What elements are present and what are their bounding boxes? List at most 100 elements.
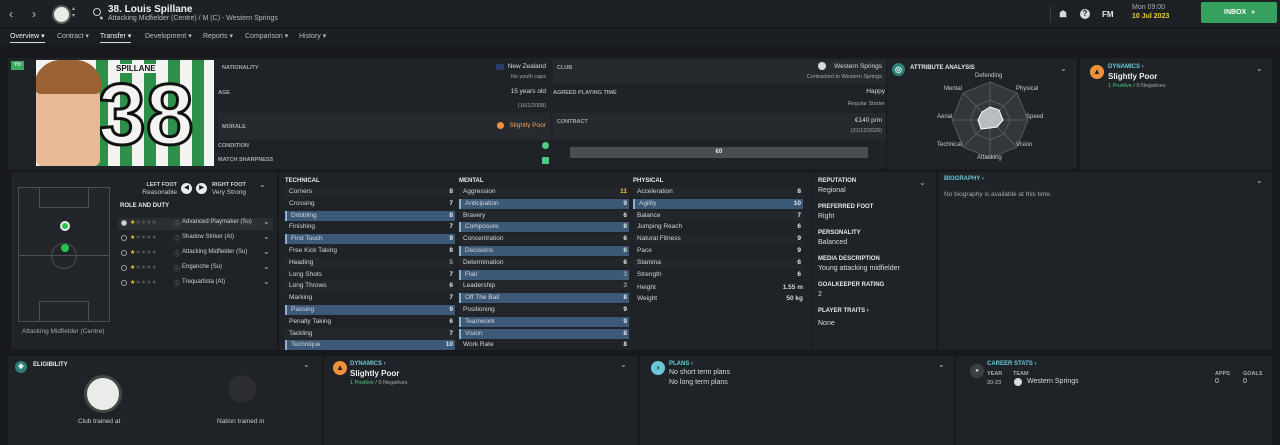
role-select-icon[interactable] [121,280,127,286]
attribute-name: Natural Fitness [637,235,681,243]
club-crest-icon[interactable] [52,5,71,24]
career-title[interactable]: CAREER STATS › [987,361,1036,367]
tab-development[interactable]: Development ▾ [145,32,192,40]
back-arrow-icon[interactable]: ‹ [9,7,13,21]
fm-menu[interactable]: FM [1102,10,1114,19]
club-name[interactable]: Western Springs [780,63,882,70]
attribute-row-mental[interactable]: Teamwork 9 [459,316,629,327]
help-icon[interactable]: ? [1080,9,1090,19]
attribute-row-physical[interactable]: Jumping Reach 6 [633,222,803,233]
role-item[interactable]: ★★★★★ ⓘ Advanced Playmaker (Su) ⌄ [118,217,273,230]
position-marker-secondary[interactable] [61,244,69,252]
attribute-row-physical[interactable]: Pace 9 [633,246,803,256]
role-info-icon[interactable]: ⓘ [174,219,180,228]
role-select-icon[interactable] [121,220,127,226]
role-chevron-icon[interactable]: ⌄ [263,232,270,241]
role-item[interactable]: ★★★★★ ⓘ Trequartista (At) ⌄ [118,277,273,290]
biography-title[interactable]: BIOGRAPHY › [944,176,984,182]
morale-value[interactable]: Slightly Poor [480,122,547,129]
attribute-row-technical[interactable]: Heading 5 [285,257,455,268]
attribute-row-physical[interactable]: Balance 7 [633,210,803,221]
dynamics-bottom-title[interactable]: DYNAMICS › [350,361,386,367]
attribute-row-mental[interactable]: Positioning 9 [459,305,629,315]
attribute-row-technical[interactable]: Dribbling 8 [285,210,455,221]
biography-chevron-icon[interactable]: ⌄ [1256,176,1263,185]
player-traits-label[interactable]: PLAYER TRAITS › [818,308,869,314]
attribute-row-technical[interactable]: Long Shots 7 [285,269,455,280]
attribute-row-physical[interactable]: Natural Fitness 9 [633,234,803,245]
dynamics-chevron-icon[interactable]: ⌄ [1256,64,1263,73]
attribute-row-physical[interactable]: Acceleration 8 [633,187,803,197]
club-trained-crest-icon[interactable] [84,375,122,413]
attribute-row-mental[interactable]: Vision 8 [459,328,629,339]
role-info-icon[interactable]: ⓘ [174,249,180,258]
attribute-row-technical[interactable]: Tackling 7 [285,328,455,339]
role-info-icon[interactable]: ⓘ [174,264,180,273]
attribute-row-technical[interactable]: Passing 9 [285,305,455,315]
tab-contract[interactable]: Contract ▾ [57,32,89,40]
attribute-row-technical[interactable]: First Touch 9 [285,234,455,245]
role-info-icon[interactable]: ⓘ [174,279,180,288]
attribute-row-mental[interactable]: Leadership 3 [459,281,629,292]
game-date[interactable]: 10 Jul 2023 [1132,13,1169,20]
role-item[interactable]: ★★★★★ ⓘ Attacking Midfielder (Su) ⌄ [118,247,273,260]
role-chevron-icon[interactable]: ⌄ [263,247,270,256]
attribute-row-technical[interactable]: Finishing 7 [285,222,455,233]
role-chevron-icon[interactable]: ⌄ [263,262,270,271]
inbox-button[interactable]: INBOX » [1201,2,1277,23]
attribute-row-technical[interactable]: Penalty Taking 6 [285,316,455,327]
attribute-row-technical[interactable]: Marking 7 [285,293,455,304]
attribute-row-mental[interactable]: Aggression 11 [459,187,629,197]
feet-chevron-icon[interactable]: ⌄ [259,180,266,189]
attribute-row-physical[interactable]: Agility 10 [633,198,803,209]
tab-comparison[interactable]: Comparison ▾ [245,32,288,40]
attribute-row-technical[interactable]: Free Kick Taking 8 [285,246,455,256]
value-bar[interactable]: €0 [570,147,868,158]
dynamics-bottom-chevron-icon[interactable]: ⌄ [620,360,627,369]
tab-overview[interactable]: Overview ▾ [10,32,45,43]
attribute-row-mental[interactable]: Decisions 6 [459,246,629,256]
attribute-row-mental[interactable]: Composure 8 [459,222,629,233]
player-name: 38. Louis Spillane [108,4,193,15]
attribute-row-mental[interactable]: Determination 6 [459,257,629,268]
role-select-icon[interactable] [121,265,127,271]
attribute-row-physical[interactable]: Stamina 6 [633,257,803,268]
attribute-name: Anticipation [465,199,499,207]
plans-chevron-icon[interactable]: ⌄ [938,360,945,369]
tab-transfer[interactable]: Transfer ▾ [100,32,132,43]
position-marker-main[interactable] [60,221,70,231]
attribute-row-physical[interactable]: Strength 6 [633,269,803,280]
role-select-icon[interactable] [121,235,127,241]
tab-history[interactable]: History ▾ [299,32,326,40]
analysis-chevron-icon[interactable]: ⌄ [1060,64,1067,73]
dynamics-title[interactable]: DYNAMICS › [1108,64,1144,70]
attribute-row-mental[interactable]: Bravery 6 [459,210,629,221]
club-switch-chevron-icon[interactable]: ▴ ▾ [72,5,75,19]
career-team[interactable]: Western Springs [1027,378,1079,385]
attribute-row-technical[interactable]: Technique 10 [285,340,455,351]
role-item[interactable]: ★★★★★ ⓘ Shadow Striker (At) ⌄ [118,232,273,245]
reputation-chevron-icon[interactable]: ⌄ [919,178,926,187]
tab-reports[interactable]: Reports ▾ [203,32,233,40]
role-item[interactable]: ★★★★★ ⓘ Enganche (Su) ⌄ [118,262,273,275]
eligibility-chevron-icon[interactable]: ⌄ [303,360,310,369]
trophy-icon[interactable]: ☗ [1058,9,1068,19]
attribute-row-technical[interactable]: Crossing 7 [285,198,455,209]
role-chevron-icon[interactable]: ⌄ [263,277,270,286]
nationality[interactable]: New Zealand [480,63,546,70]
role-chevron-icon[interactable]: ⌄ [263,217,270,226]
search-icon[interactable] [93,8,101,16]
attribute-row-technical[interactable]: Long Throws 6 [285,281,455,292]
role-select-icon[interactable] [121,250,127,256]
attribute-row-mental[interactable]: Off The Ball 8 [459,293,629,304]
role-info-icon[interactable]: ⓘ [174,234,180,243]
attribute-row-mental[interactable]: Concentration 6 [459,234,629,245]
nation-trained-crest-icon[interactable] [228,375,256,403]
attribute-row-mental[interactable]: Flair 3 [459,269,629,280]
long-term-plans: No long term plans [669,379,728,386]
forward-arrow-icon[interactable]: › [32,7,36,21]
attribute-row-mental[interactable]: Anticipation 9 [459,198,629,209]
attribute-row-technical[interactable]: Corners 8 [285,187,455,197]
attribute-row-mental[interactable]: Work Rate 8 [459,340,629,351]
plans-title[interactable]: PLANS › [669,361,693,367]
